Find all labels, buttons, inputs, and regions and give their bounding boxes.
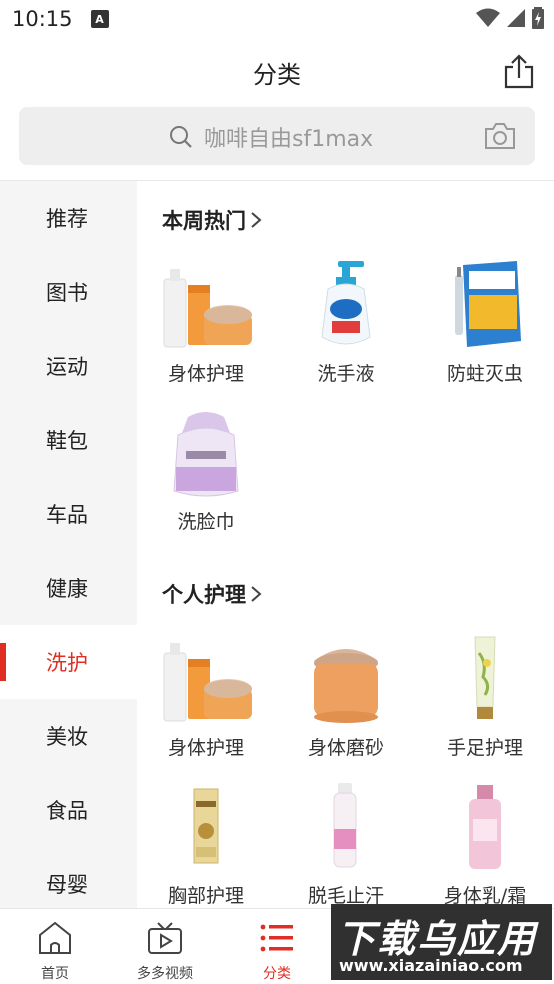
site-watermark: 下载乌应用 www.xiazainiao.com — [331, 904, 552, 980]
nav-label: 分类 — [263, 966, 291, 982]
body-care-set-image — [158, 633, 254, 725]
sidebar-item-label: 推荐 — [46, 207, 88, 231]
sidebar-item-makeup[interactable]: 美妆 — [0, 699, 137, 773]
sidebar-item-personal-wash[interactable]: 洗护 — [0, 625, 137, 699]
sidebar-item-label: 鞋包 — [46, 429, 88, 453]
search-bar[interactable]: 咖啡自由sf1max — [19, 107, 535, 165]
sidebar-item-label: 母婴 — [46, 873, 88, 897]
hand-soap-bottle-image — [298, 259, 394, 351]
nav-label: 首页 — [41, 966, 69, 982]
product-body-care[interactable]: 身体护理 — [137, 259, 275, 386]
product-insect-control[interactable]: 防蛀灭虫 — [416, 259, 554, 386]
page-title: 分类 — [253, 60, 301, 89]
video-icon — [148, 922, 182, 954]
sidebar-item-label: 洗护 — [46, 651, 88, 675]
watermark-text: 下载乌应用 — [337, 917, 538, 961]
signal-icon — [507, 9, 525, 27]
product-body-care[interactable]: 身体护理 — [137, 633, 275, 760]
insecticide-box-image — [437, 259, 533, 351]
body-scrub-jar-image — [298, 633, 394, 725]
section-title-text: 个人护理 — [162, 583, 246, 607]
section-title-weekly-hot[interactable]: 本周热门 — [162, 205, 262, 235]
product-face-towel[interactable]: 洗脸巾 — [137, 407, 275, 534]
battery-icon — [532, 7, 544, 29]
watermark-url: www.xiazainiao.com — [339, 956, 523, 975]
sidebar-item-label: 图书 — [46, 281, 88, 305]
product-label: 身体护理 — [167, 363, 244, 385]
sidebar-item-label: 食品 — [46, 799, 88, 823]
sidebar-item-label: 美妆 — [46, 725, 88, 749]
search-placeholder: 咖啡自由sf1max — [204, 127, 374, 152]
category-content: 本周热门 身体护理 洗手液 防蛀灭虫 洗脸巾 个人护理 身体护理 身体磨砂 手足… — [137, 181, 554, 908]
sidebar-item-label: 健康 — [46, 577, 88, 601]
status-time: 10:15 — [12, 7, 73, 31]
share-icon[interactable] — [502, 54, 536, 90]
nav-video[interactable]: 多多视频 — [110, 909, 220, 984]
section-title-text: 本周热门 — [162, 209, 246, 233]
product-label: 手足护理 — [446, 737, 523, 759]
product-hair-removal[interactable]: 脱毛止汗 — [277, 781, 415, 908]
product-label: 身体护理 — [167, 737, 244, 759]
breast-care-box-image — [158, 781, 254, 873]
search-icon — [170, 126, 192, 148]
category-sidebar: 推荐 图书 运动 鞋包 车品 健康 洗护 美妆 食品 母婴 — [0, 181, 137, 908]
product-label: 防蛀灭虫 — [446, 363, 523, 385]
product-label: 洗手液 — [317, 363, 375, 385]
product-hand-foot-care[interactable]: 手足护理 — [416, 633, 554, 760]
chevron-right-icon — [251, 586, 262, 602]
sidebar-item-car[interactable]: 车品 — [0, 477, 137, 551]
category-list-icon — [260, 924, 293, 952]
nav-label: 多多视频 — [137, 966, 193, 982]
sidebar-item-food[interactable]: 食品 — [0, 773, 137, 847]
body-lotion-bottle-image — [437, 781, 533, 873]
nav-category[interactable]: 分类 — [222, 909, 332, 984]
home-icon — [39, 921, 71, 954]
status-icons — [476, 7, 544, 29]
app-notification-icon: A — [90, 10, 109, 28]
product-label: 洗脸巾 — [177, 511, 235, 533]
wifi-icon — [476, 8, 500, 27]
product-body-lotion[interactable]: 身体乳/霜 — [416, 781, 554, 908]
product-label: 身体磨砂 — [307, 737, 384, 759]
product-hand-soap[interactable]: 洗手液 — [277, 259, 415, 386]
sidebar-item-books[interactable]: 图书 — [0, 255, 137, 329]
sidebar-item-recommend[interactable]: 推荐 — [0, 181, 137, 255]
face-towel-roll-image — [158, 407, 254, 499]
product-breast-care[interactable]: 胸部护理 — [137, 781, 275, 908]
product-body-scrub[interactable]: 身体磨砂 — [277, 633, 415, 760]
sidebar-item-sports[interactable]: 运动 — [0, 329, 137, 403]
status-bar: 10:15 A — [0, 0, 554, 38]
title-bar: 分类 — [0, 38, 554, 106]
product-label: 胸部护理 — [167, 885, 244, 907]
sidebar-item-label: 运动 — [46, 355, 88, 379]
sidebar-item-shoes-bags[interactable]: 鞋包 — [0, 403, 137, 477]
chevron-right-icon — [251, 212, 262, 228]
sidebar-item-health[interactable]: 健康 — [0, 551, 137, 625]
nav-home[interactable]: 首页 — [0, 909, 110, 984]
sidebar-item-label: 车品 — [46, 503, 88, 527]
hair-removal-spray-image — [298, 781, 394, 873]
hand-cream-tube-image — [437, 633, 533, 725]
body-care-set-image — [158, 259, 254, 351]
section-title-personal-care[interactable]: 个人护理 — [162, 579, 262, 609]
sidebar-item-baby[interactable]: 母婴 — [0, 847, 137, 908]
camera-icon[interactable] — [483, 121, 517, 151]
